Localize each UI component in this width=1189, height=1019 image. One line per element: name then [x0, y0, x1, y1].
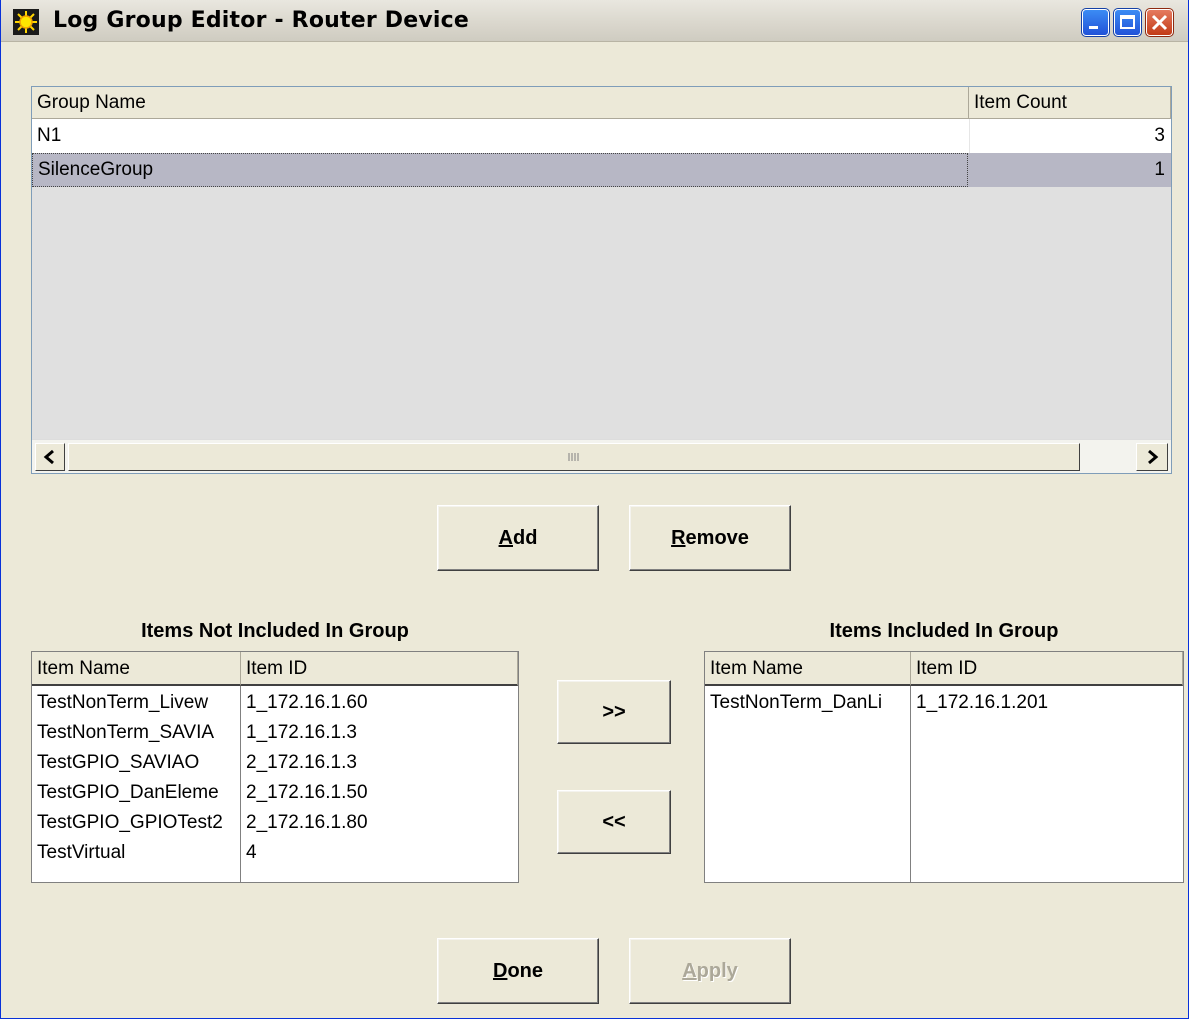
table-row[interactable]: N1 3: [32, 119, 1171, 153]
included-table[interactable]: Item Name Item ID TestNonTerm_DanLi 1_17…: [704, 651, 1184, 883]
column-header-item-count[interactable]: Item Count: [969, 87, 1171, 119]
item-id-cell: 1_172.16.1.60: [246, 692, 368, 713]
item-id-cell: 1_172.16.1.201: [916, 692, 1049, 713]
close-button[interactable]: [1145, 8, 1174, 37]
apply-mnemonic: A: [682, 959, 697, 982]
horizontal-scrollbar[interactable]: [32, 439, 1171, 473]
column-header-group-name[interactable]: Group Name: [32, 87, 969, 119]
remove-from-group-button[interactable]: <<: [557, 790, 671, 854]
item-name-cell: TestVirtual: [37, 842, 126, 863]
log-group-editor-window: Log Group Editor - Router Device Group N…: [0, 0, 1189, 1019]
column-header-item-id[interactable]: Item ID: [241, 652, 518, 686]
item-count-cell: 3: [969, 119, 1171, 153]
minimize-icon: [1089, 26, 1098, 29]
apply-label: pply: [696, 959, 738, 982]
window-title: Log Group Editor - Router Device: [53, 8, 469, 33]
table-row[interactable]: TestGPIO_SAVIAO 2_172.16.1.3: [32, 748, 518, 778]
item-name-cell: TestGPIO_SAVIAO: [37, 752, 200, 773]
item-name-cell: TestGPIO_DanEleme: [37, 782, 219, 803]
grip-icon: [568, 453, 579, 461]
item-id-cell: 2_172.16.1.80: [246, 812, 368, 833]
item-id-cell: 4: [246, 842, 257, 863]
column-header-item-name[interactable]: Item Name: [32, 652, 241, 686]
add-to-group-button[interactable]: >>: [557, 680, 671, 744]
scroll-thumb[interactable]: [68, 443, 1080, 471]
add-group-button[interactable]: Add: [437, 505, 599, 571]
item-name-cell: TestNonTerm_Livew: [37, 692, 209, 713]
not-included-title: Items Not Included In Group: [141, 620, 409, 642]
item-count-cell: 1: [1154, 159, 1165, 180]
item-name-cell: TestNonTerm_SAVIA: [37, 722, 215, 743]
group-name-cell: SilenceGroup: [32, 153, 968, 187]
remove-group-button[interactable]: Remove: [629, 505, 791, 571]
item-id-cell: 2_172.16.1.50: [246, 782, 368, 803]
maximize-icon: [1120, 15, 1135, 29]
table-row[interactable]: TestGPIO_DanEleme 2_172.16.1.50: [32, 778, 518, 808]
table-row[interactable]: TestNonTerm_SAVIA 1_172.16.1.3: [32, 718, 518, 748]
arrow-right-icon: [1148, 449, 1159, 465]
maximize-button[interactable]: [1113, 8, 1142, 37]
item-name-cell: TestGPIO_GPIOTest2: [37, 812, 223, 833]
groups-table[interactable]: Group Name Item Count N1 3 SilenceGroup …: [31, 86, 1172, 474]
arrow-left-icon: [43, 449, 54, 465]
title-bar[interactable]: Log Group Editor - Router Device: [1, 0, 1188, 42]
column-header-item-id[interactable]: Item ID: [911, 652, 1183, 686]
table-row[interactable]: TestVirtual 4: [32, 838, 518, 868]
included-title: Items Included In Group: [829, 620, 1059, 642]
remove-mnemonic: R: [671, 526, 686, 549]
done-label: one: [507, 959, 543, 982]
table-row[interactable]: TestNonTerm_DanLi 1_172.16.1.201: [705, 688, 1183, 718]
item-id-cell: 2_172.16.1.3: [246, 752, 357, 773]
close-icon: [1151, 14, 1168, 31]
minimize-button[interactable]: [1081, 8, 1110, 37]
item-name-cell: TestNonTerm_DanLi: [710, 692, 883, 713]
column-header-item-name[interactable]: Item Name: [705, 652, 911, 686]
done-mnemonic: D: [492, 959, 508, 982]
item-id-cell: 1_172.16.1.3: [246, 722, 357, 743]
table-row[interactable]: SilenceGroup 1: [32, 153, 1171, 187]
table-row[interactable]: TestGPIO_GPIOTest2 2_172.16.1.80: [32, 808, 518, 838]
scroll-left-button[interactable]: [35, 443, 65, 471]
apply-button[interactable]: Apply: [629, 938, 791, 1004]
scroll-right-button[interactable]: [1136, 443, 1168, 471]
add-label: dd: [513, 526, 538, 549]
add-mnemonic: A: [498, 526, 513, 549]
group-name-cell: N1: [37, 125, 62, 146]
table-row[interactable]: TestNonTerm_Livew 1_172.16.1.60: [32, 688, 518, 718]
remove-label: emove: [685, 526, 749, 549]
not-included-table[interactable]: Item Name Item ID TestNonTerm_Livew 1_17…: [31, 651, 519, 883]
done-button[interactable]: Done: [437, 938, 599, 1004]
sun-app-icon: [13, 9, 39, 35]
